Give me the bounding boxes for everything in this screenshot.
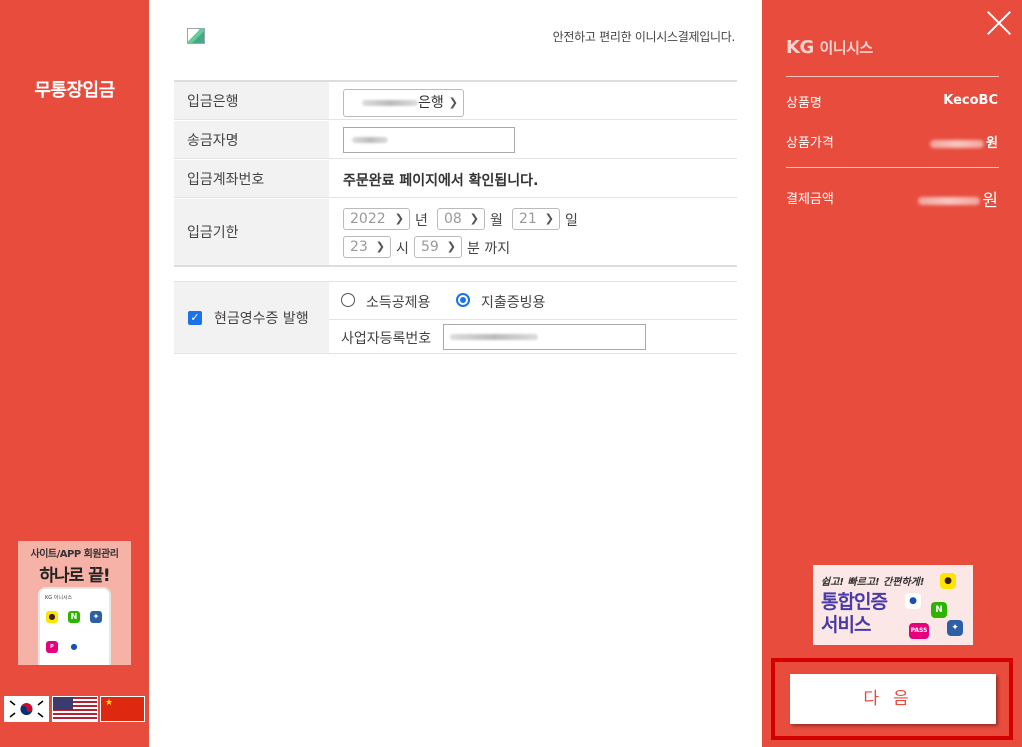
inicis-tagline: 안전하고 편리한 이니시스결제입니다.	[552, 30, 736, 44]
chevron-down-icon: ❯	[544, 212, 554, 225]
member-management-banner[interactable]: 사이트/APP 회원관리 하나로 끝! KG 이니시스 ● N ✦ P ●	[18, 541, 131, 665]
deadline-day-select[interactable]: 21 ❯	[512, 208, 560, 230]
deposit-bank-row: 입금은행 은행 ❯	[174, 82, 737, 120]
china-flag-icon[interactable]	[100, 696, 145, 722]
account-number-label: 입금계좌번호	[174, 160, 329, 197]
biz-number-input[interactable]	[443, 324, 646, 350]
payment-method-title: 무통장입금	[34, 80, 115, 101]
deadline-year-select[interactable]: 2022 ❯	[343, 208, 410, 230]
day-unit: 일	[565, 213, 578, 229]
deposit-bank-select[interactable]: 은행 ❯	[343, 89, 464, 117]
biz-number-label: 사업자등록번호	[341, 331, 432, 347]
expense-proof-label: 지출증빙용	[481, 295, 546, 311]
toss-icon: ●	[68, 641, 80, 653]
pass-icon: PASS	[909, 623, 929, 639]
product-name-value: KecoBC	[943, 93, 998, 108]
summary-divider	[786, 167, 999, 168]
us-flag-icon[interactable]	[52, 696, 98, 722]
banner-line2: 하나로 끝!	[39, 566, 110, 586]
order-summary-panel: KG 이니시스 상품명 KecoBC 상품가격 원 결제금액 원 쉽고! 빠르고…	[762, 0, 1022, 747]
shield-icon: ✦	[947, 620, 963, 636]
summary-divider	[786, 76, 999, 77]
next-button[interactable]: 다음	[790, 674, 996, 724]
banner-line1: 사이트/APP 회원관리	[30, 549, 119, 560]
income-deduction-radio[interactable]	[341, 293, 355, 307]
total-value: 원	[918, 186, 998, 211]
year-unit: 년	[415, 213, 428, 229]
account-number-row: 입금계좌번호 주문완료 페이지에서 확인됩니다.	[174, 160, 737, 198]
chevron-down-icon: ❯	[375, 240, 385, 253]
shield-icon: ✦	[90, 611, 102, 623]
phone-mockup: KG 이니시스 ● N ✦ P ●	[38, 587, 111, 665]
merchant-logo-image	[187, 28, 205, 44]
deadline-minute-select[interactable]: 59 ❯	[414, 236, 462, 258]
bank-suffix: 은행	[418, 95, 444, 111]
korean-flag-icon[interactable]	[4, 696, 49, 722]
account-number-text: 주문완료 페이지에서 확인됩니다.	[343, 173, 539, 189]
deposit-bank-label: 입금은행	[174, 82, 329, 119]
deadline-month-select[interactable]: 08 ❯	[437, 208, 485, 230]
product-price-label: 상품가격	[786, 136, 834, 151]
deadline-row: 입금기한 2022 ❯ 년 08 ❯ 월 21 ❯ 일 23 ❯ 시 59 ❯ 분 까지	[174, 199, 737, 267]
receipt-type-group: 소득공제용 지출증빙용	[329, 282, 737, 320]
chevron-down-icon: ❯	[448, 96, 458, 109]
total-label: 결제금액	[786, 192, 834, 207]
pass-icon: P	[46, 641, 58, 653]
cash-receipt-row: ✓ 현금영수증 발행 소득공제용 지출증빙용 사업자등록번호	[174, 281, 737, 354]
integrated-auth-banner[interactable]: 쉽고! 빠르고! 간편하게! 통합인증 서비스 ● ● N PASS ✦	[813, 565, 973, 645]
banner-line2: 통합인증 서비스	[821, 591, 888, 636]
cash-receipt-label: 현금영수증 발행	[214, 310, 309, 327]
naver-icon: N	[68, 611, 80, 623]
income-deduction-label: 소득공제용	[366, 295, 431, 311]
chevron-down-icon: ❯	[469, 212, 479, 225]
product-price-value: 원	[930, 132, 998, 151]
left-panel: 무통장입금 사이트/APP 회원관리 하나로 끝! KG 이니시스 ● N ✦ …	[0, 0, 149, 747]
cash-receipt-label-cell: ✓ 현금영수증 발행	[174, 282, 329, 353]
next-button-highlight: 다음	[771, 658, 1013, 740]
deadline-hour-select[interactable]: 23 ❯	[343, 236, 391, 258]
expense-proof-radio[interactable]	[456, 293, 470, 307]
hour-unit: 시	[396, 241, 409, 257]
sender-name-input[interactable]	[343, 127, 515, 153]
payment-form-panel: 안전하고 편리한 이니시스결제입니다. 입금은행 은행 ❯ 송금자명 입금계좌번…	[149, 0, 762, 747]
inicis-logo: KG 이니시스	[786, 37, 873, 58]
close-icon[interactable]	[986, 10, 1012, 36]
kakao-icon: ●	[940, 573, 956, 589]
chevron-down-icon: ❯	[446, 240, 456, 253]
month-unit: 월	[490, 213, 503, 229]
cash-receipt-checkbox[interactable]: ✓	[188, 311, 202, 325]
naver-icon: N	[931, 602, 947, 618]
chevron-down-icon: ❯	[394, 212, 404, 225]
sender-name-label: 송금자명	[174, 121, 329, 158]
product-name-label: 상품명	[786, 96, 822, 111]
deadline-label: 입금기한	[174, 199, 329, 265]
minute-unit: 분 까지	[467, 241, 511, 257]
banner-line1: 쉽고! 빠르고! 간편하게!	[821, 577, 925, 588]
kakao-icon: ●	[46, 611, 58, 623]
sender-name-row: 송금자명	[174, 121, 737, 159]
toss-icon: ●	[905, 593, 921, 609]
phone-brand: KG 이니시스	[45, 595, 73, 601]
